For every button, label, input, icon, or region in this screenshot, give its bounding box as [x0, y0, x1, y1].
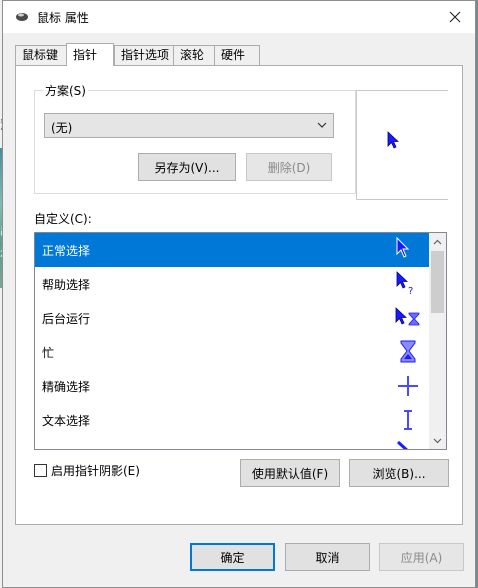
scheme-select[interactable]: (无) [44, 113, 334, 138]
tab-pointers[interactable]: 指针 [66, 43, 114, 66]
list-item[interactable]: 正常选择 [35, 233, 430, 267]
list-item[interactable] [35, 437, 430, 449]
svg-text:?: ? [408, 286, 413, 297]
apply-label: 应用(A) [400, 550, 443, 565]
pointers-panel: 方案(S) (无) 另存为(V)... 删除(D) 自定义(C): 正常选择 帮… [15, 65, 463, 525]
list-item[interactable]: 精确选择 [35, 369, 430, 403]
close-icon [449, 11, 461, 23]
use-default-button[interactable]: 使用默认值(F) [240, 459, 340, 487]
delete-label: 删除(D) [267, 160, 311, 175]
custom-label: 自定义(C): [34, 212, 92, 226]
tab-label: 硬件 [221, 48, 246, 62]
item-label: 精确选择 [42, 380, 91, 394]
chevron-down-icon [317, 122, 327, 128]
scroll-thumb[interactable] [431, 251, 444, 313]
text-cursor-icon [404, 410, 412, 430]
item-label: 正常选择 [42, 244, 91, 258]
item-label: 后台运行 [42, 312, 91, 326]
ok-label: 确定 [220, 550, 245, 565]
tab-pointer-options[interactable]: 指针选项 [114, 45, 174, 65]
scroll-down-button[interactable] [429, 432, 446, 449]
save-as-button[interactable]: 另存为(V)... [138, 153, 236, 181]
tab-label: 鼠标键 [22, 48, 59, 62]
pointer-shadow-label: 启用指针阴影(E) [51, 464, 140, 478]
item-label: 帮助选择 [42, 278, 91, 292]
ok-button[interactable]: 确定 [190, 543, 275, 571]
browse-label: 浏览(B)... [372, 466, 426, 481]
cancel-button[interactable]: 取消 [285, 543, 370, 571]
tab-label: 指针 [73, 48, 98, 62]
tab-label: 滚轮 [180, 48, 205, 62]
scheme-value: (无) [51, 121, 73, 135]
delete-button[interactable]: 删除(D) [246, 153, 332, 181]
mouse-app-icon [16, 13, 28, 21]
cursor-list-items: 正常选择 帮助选择 ? 后台运行 忙 精确选择 文本选择 [35, 233, 430, 449]
arrow-cursor-icon [396, 236, 410, 258]
chevron-down-icon [433, 438, 442, 443]
pen-cursor-icon [396, 440, 408, 449]
tab-label: 指针选项 [121, 48, 170, 62]
tab-wheel[interactable]: 滚轮 [173, 45, 215, 65]
item-label: 文本选择 [42, 414, 91, 428]
busy-cursor-icon [400, 340, 416, 363]
arrow-cursor-icon [387, 131, 400, 149]
list-item[interactable]: 帮助选择 ? [35, 267, 430, 301]
pointer-shadow-checkbox[interactable]: 启用指针阴影(E) [34, 462, 140, 479]
cursor-list[interactable]: 正常选择 帮助选择 ? 后台运行 忙 精确选择 文本选择 [34, 232, 447, 450]
browse-button[interactable]: 浏览(B)... [349, 459, 449, 487]
list-item[interactable]: 文本选择 [35, 403, 430, 437]
help-cursor-icon: ? [396, 271, 413, 297]
crosshair-cursor-icon [398, 376, 418, 396]
window-title: 鼠标 属性 [37, 11, 89, 25]
scheme-group: 方案(S) (无) 另存为(V)... 删除(D) [34, 82, 356, 194]
use-default-label: 使用默认值(F) [251, 466, 329, 481]
item-label: 忙 [42, 346, 55, 360]
chevron-up-icon [433, 239, 442, 244]
tab-buttons[interactable]: 鼠标键 [15, 45, 67, 65]
close-button[interactable] [435, 1, 475, 33]
cancel-label: 取消 [315, 550, 340, 565]
apply-button[interactable]: 应用(A) [379, 543, 464, 571]
list-item[interactable]: 忙 [35, 335, 430, 369]
tab-hardware[interactable]: 硬件 [214, 45, 260, 65]
checkbox-box[interactable] [34, 464, 47, 477]
scheme-label: 方案(S) [43, 82, 88, 99]
title-bar[interactable]: 鼠标 属性 [3, 1, 475, 33]
cursor-preview [356, 90, 448, 200]
save-as-label: 另存为(V)... [154, 160, 220, 175]
vertical-scrollbar[interactable] [429, 233, 446, 449]
mouse-properties-dialog: 鼠标 属性 鼠标键 指针 指针选项 滚轮 硬件 方案(S) (无) 另存为(V)… [2, 0, 476, 588]
working-background-cursor-icon [395, 307, 420, 326]
scroll-up-button[interactable] [429, 233, 446, 250]
list-item[interactable]: 后台运行 [35, 301, 430, 335]
